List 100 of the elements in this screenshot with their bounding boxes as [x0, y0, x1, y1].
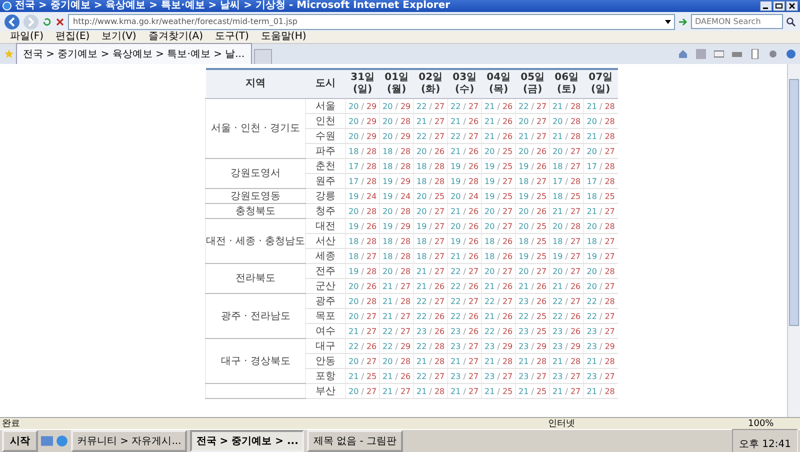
menu-item[interactable]: 도움말(H): [260, 31, 306, 43]
temperature-cell: 21 / 28: [550, 98, 584, 114]
temperature-cell: 21 / 27: [584, 204, 618, 218]
new-tab-button[interactable]: [254, 49, 272, 64]
temperature-cell: 21 / 28: [584, 354, 618, 368]
status-text: 완료: [2, 418, 21, 430]
temperature-cell: 20 / 28: [346, 294, 380, 308]
temperature-cell: 20 / 28: [550, 218, 584, 234]
temperature-cell: 19 / 27: [482, 174, 516, 188]
temperature-cell: 18 / 28: [380, 248, 414, 264]
home-icon[interactable]: [678, 49, 688, 59]
temperature-cell: 18 / 27: [346, 248, 380, 264]
city-cell: 춘천: [306, 158, 346, 174]
temperature-cell: 20 / 29: [380, 98, 414, 114]
temperature-cell: 20 / 27: [550, 264, 584, 278]
temperature-cell: 21 / 28: [584, 128, 618, 144]
close-icon[interactable]: [786, 1, 798, 11]
go-arrow-icon[interactable]: [678, 16, 688, 26]
temperature-cell: 20 / 28: [584, 114, 618, 128]
temperature-cell: 20 / 26: [516, 204, 550, 218]
temperature-cell: 22 / 27: [380, 324, 414, 338]
temperature-cell: 21 / 26: [482, 128, 516, 144]
temperature-cell: 21 / 27: [550, 204, 584, 218]
menu-item[interactable]: 편집(E): [56, 31, 90, 43]
city-cell: 세종: [306, 248, 346, 264]
menu-item[interactable]: 파일(F): [10, 31, 44, 43]
temperature-cell: 20 / 25: [516, 218, 550, 234]
temperature-cell: 20 / 28: [380, 354, 414, 368]
temperature-cell: 20 / 28: [584, 264, 618, 278]
temperature-cell: 19 / 25: [516, 248, 550, 264]
temperature-cell: 20 / 27: [516, 114, 550, 128]
star-icon[interactable]: [4, 49, 14, 59]
temperature-cell: 20 / 25: [414, 188, 448, 204]
temperature-cell: 17 / 28: [550, 174, 584, 188]
temperature-cell: 20 / 29: [346, 128, 380, 144]
temperature-cell: 22 / 28: [584, 294, 618, 308]
temperature-cell: 22 / 27: [414, 98, 448, 114]
window-title: 전국 > 중기예보 > 육상예보 > 특보·예보 > 날씨 > 기상청 - Microsoft Internet Explorer: [15, 0, 452, 12]
temperature-cell: 20 / 27: [482, 264, 516, 278]
temperature-cell: 21 / 28: [584, 384, 618, 398]
temperature-cell: 21 / 28: [482, 354, 516, 368]
temperature-cell: 19 / 27: [550, 248, 584, 264]
temperature-cell: 22 / 27: [516, 98, 550, 114]
temperature-cell: 23 / 27: [550, 368, 584, 384]
temperature-cell: 19 / 26: [346, 218, 380, 234]
search-field[interactable]: DAEMON Search: [691, 14, 783, 29]
stop-icon[interactable]: [55, 16, 65, 26]
temperature-cell: 20 / 27: [482, 218, 516, 234]
column-header: 03일 (수): [448, 69, 482, 98]
temperature-cell: 23 / 26: [516, 294, 550, 308]
temperature-cell: 23 / 29: [482, 338, 516, 354]
temperature-cell: 20 / 27: [414, 204, 448, 218]
menu-item[interactable]: 도구(T): [215, 31, 249, 43]
city-cell: 서울: [306, 98, 346, 114]
refresh-icon[interactable]: [42, 16, 52, 26]
search-icon[interactable]: [786, 16, 796, 26]
temperature-cell: 18 / 25: [584, 188, 618, 204]
page-icon[interactable]: [750, 49, 760, 59]
scrollbar[interactable]: [787, 64, 800, 417]
temperature-cell: 20 / 27: [584, 144, 618, 158]
start-button[interactable]: 시작: [2, 430, 38, 452]
temperature-cell: 22 / 27: [414, 294, 448, 308]
temperature-cell: 19 / 28: [448, 174, 482, 188]
back-icon[interactable]: [4, 14, 20, 30]
temperature-cell: 22 / 26: [550, 308, 584, 324]
menu-item[interactable]: 보기(V): [102, 31, 136, 43]
temperature-cell: 18 / 28: [414, 158, 448, 174]
temperature-cell: 20 / 26: [414, 144, 448, 158]
taskbar-item[interactable]: 커뮤니티 > 자유게시...: [71, 430, 188, 452]
temperature-cell: 21 / 26: [550, 278, 584, 294]
city-cell: 군산: [306, 278, 346, 294]
temperature-cell: 22 / 27: [550, 294, 584, 308]
temperature-cell: 18 / 26: [482, 234, 516, 248]
taskbar-item[interactable]: 제목 없음 - 그림판: [307, 430, 403, 452]
temperature-cell: 21 / 28: [584, 98, 618, 114]
temperature-cell: 18 / 28: [380, 234, 414, 248]
temperature-cell: 23 / 27: [448, 338, 482, 354]
zone-text: 인터넷: [548, 418, 576, 430]
temperature-cell: 21 / 26: [482, 114, 516, 128]
menu-item[interactable]: 즐겨찾기(A): [148, 31, 203, 43]
taskbar-item[interactable]: 전국 > 중기예보 > ...: [190, 430, 304, 452]
temperature-cell: 20 / 26: [346, 278, 380, 294]
region-cell: 강원도영서: [206, 158, 306, 188]
temperature-cell: 20 / 28: [584, 218, 618, 234]
temperature-cell: 20 / 29: [346, 114, 380, 128]
zoom-level[interactable]: 100%: [748, 418, 798, 428]
minimize-icon[interactable]: [760, 1, 772, 11]
temperature-cell: 18 / 28: [346, 234, 380, 248]
temperature-cell: 20 / 26: [448, 218, 482, 234]
address-field[interactable]: http://www.kma.go.kr/weather/forecast/mid-term_01.jsp: [68, 14, 675, 30]
browser-tab[interactable]: 전국 > 중기예보 > 육상예보 > 특보·예보 > 날...: [16, 43, 252, 64]
column-header: 지역: [206, 69, 306, 98]
temperature-cell: 21 / 25: [482, 384, 516, 398]
restore-icon[interactable]: [773, 1, 785, 11]
temperature-cell: 18 / 27: [550, 158, 584, 174]
temperature-cell: 18 / 25: [516, 234, 550, 248]
temperature-cell: 21 / 26: [482, 308, 516, 324]
temperature-cell: 21 / 27: [414, 114, 448, 128]
temperature-cell: 21 / 26: [448, 114, 482, 128]
column-header: 04일 (목): [482, 69, 516, 98]
